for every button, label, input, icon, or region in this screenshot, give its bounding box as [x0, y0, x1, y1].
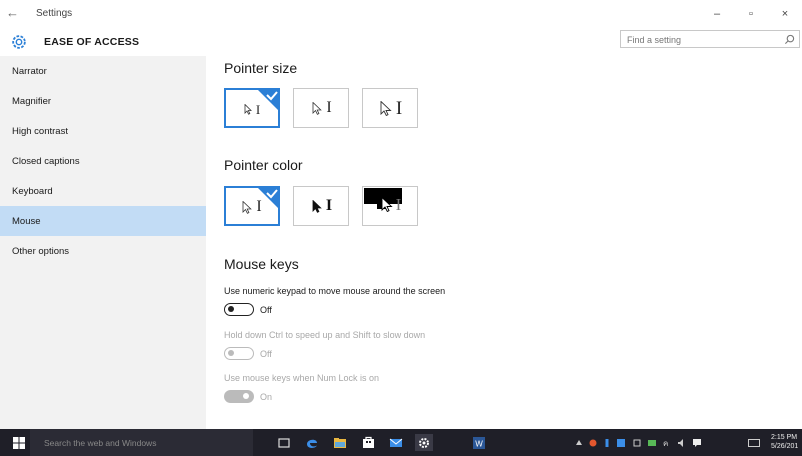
ctrl-shift-speed-toggle[interactable] [224, 347, 254, 360]
arrow-cursor-icon [381, 196, 393, 212]
arrow-cursor-icon [244, 103, 252, 115]
text-cursor-icon: I [395, 194, 402, 214]
pointer-black-glyph: I [300, 196, 344, 216]
sidebar-item-keyboard[interactable]: Keyboard [0, 176, 206, 206]
arrow-cursor-icon [312, 199, 322, 213]
minimize-button[interactable]: – [700, 0, 734, 28]
tray-app-icon[interactable] [589, 439, 597, 447]
gear-icon [12, 35, 26, 49]
pointer-size-medium-tile[interactable]: I [293, 88, 349, 128]
keyboard-icon[interactable] [748, 439, 760, 447]
pointer-color-white-tile[interactable]: I [224, 186, 280, 226]
clock-time: 2:15 PM [771, 434, 798, 441]
arrow-cursor-icon [242, 200, 253, 214]
sidebar-item-magnifier[interactable]: Magnifier [0, 86, 206, 116]
sidebar-item-other-options[interactable]: Other options [0, 236, 206, 266]
pointer-size-small-tile[interactable]: I [224, 88, 280, 128]
toggle-knob [228, 350, 234, 356]
text-cursor-icon: I [325, 197, 333, 214]
sidebar: Narrator Magnifier High contrast Closed … [0, 56, 206, 429]
title-bar: ← Settings – ▫ × [0, 0, 802, 28]
sidebar-item-mouse[interactable]: Mouse [0, 206, 206, 236]
arrow-cursor-icon [312, 101, 323, 115]
sidebar-item-high-contrast[interactable]: High contrast [0, 116, 206, 146]
close-button[interactable]: × [768, 0, 802, 28]
arrow-cursor-icon [380, 100, 392, 116]
toggle-knob [228, 306, 234, 312]
pointer-size-heading: Pointer size [224, 60, 298, 76]
pointer-size-large-tile[interactable]: I [362, 88, 418, 128]
edge-browser-icon[interactable] [303, 434, 321, 451]
numeric-keypad-label: Use numeric keypad to move mouse around … [224, 286, 446, 296]
num-lock-label: Use mouse keys when Num Lock is on [224, 373, 380, 383]
maximize-button[interactable]: ▫ [734, 0, 768, 28]
pointer-medium-glyph: I [300, 98, 344, 118]
language-icon[interactable]: ค [663, 439, 671, 447]
window-controls: – ▫ × [700, 0, 802, 28]
num-lock-toggle[interactable] [224, 390, 254, 403]
clock-date: 5/26/201 [771, 443, 799, 450]
taskbar-search-placeholder: Search the web and Windows [44, 438, 157, 448]
mail-icon[interactable] [387, 434, 405, 451]
file-explorer-icon[interactable] [331, 434, 349, 451]
settings-app-icon[interactable] [415, 434, 433, 451]
pointer-inverted-glyph: I [369, 193, 413, 215]
search-box[interactable] [620, 30, 800, 48]
action-center-icon[interactable] [693, 439, 701, 447]
sidebar-item-narrator[interactable]: Narrator [0, 56, 206, 86]
word-icon[interactable]: W [470, 434, 488, 451]
windows-logo-icon[interactable] [13, 437, 25, 449]
checkmark-icon [258, 188, 278, 208]
taskbar-search-box[interactable]: Search the web and Windows [30, 429, 253, 456]
tray-up-arrow-icon[interactable] [575, 439, 583, 447]
pointer-color-heading: Pointer color [224, 157, 303, 173]
ctrl-shift-speed-state: Off [260, 349, 272, 359]
mouse-keys-heading: Mouse keys [224, 256, 299, 272]
store-icon[interactable] [359, 434, 377, 451]
pointer-color-black-tile[interactable]: I [293, 186, 349, 226]
num-lock-state: On [260, 392, 273, 402]
ctrl-shift-speed-label: Hold down Ctrl to speed up and Shift to … [224, 330, 426, 340]
numeric-keypad-state: Off [260, 305, 272, 315]
page-title: EASE OF ACCESS [44, 36, 140, 48]
pointer-color-inverted-tile[interactable]: I [362, 186, 418, 226]
checkmark-icon [258, 90, 278, 110]
tray-green-app-icon[interactable] [648, 439, 656, 447]
tray-blue-app-icon[interactable] [617, 439, 625, 447]
system-clock[interactable]: 2:15 PM 5/26/201 [771, 433, 802, 451]
search-icon[interactable] [784, 34, 795, 45]
search-input[interactable] [627, 34, 777, 46]
task-view-icon[interactable] [275, 434, 293, 451]
text-cursor-icon: I [395, 97, 403, 119]
volume-icon[interactable] [678, 439, 686, 447]
taskbar: Search the web and Windows W ค 2:15 PM 5… [0, 429, 802, 456]
sidebar-item-closed-captions[interactable]: Closed captions [0, 146, 206, 176]
pointer-large-glyph: I [369, 97, 413, 119]
bluetooth-icon[interactable] [603, 439, 611, 447]
toggle-knob [243, 393, 249, 399]
text-cursor-icon: I [326, 99, 332, 116]
app-title: Settings [36, 8, 73, 19]
tray-network-icon[interactable] [633, 439, 641, 447]
back-arrow-icon[interactable]: ← [6, 5, 19, 20]
svg-text:W: W [475, 439, 483, 448]
numeric-keypad-toggle[interactable] [224, 303, 254, 316]
svg-text:ค: ค [663, 439, 668, 447]
